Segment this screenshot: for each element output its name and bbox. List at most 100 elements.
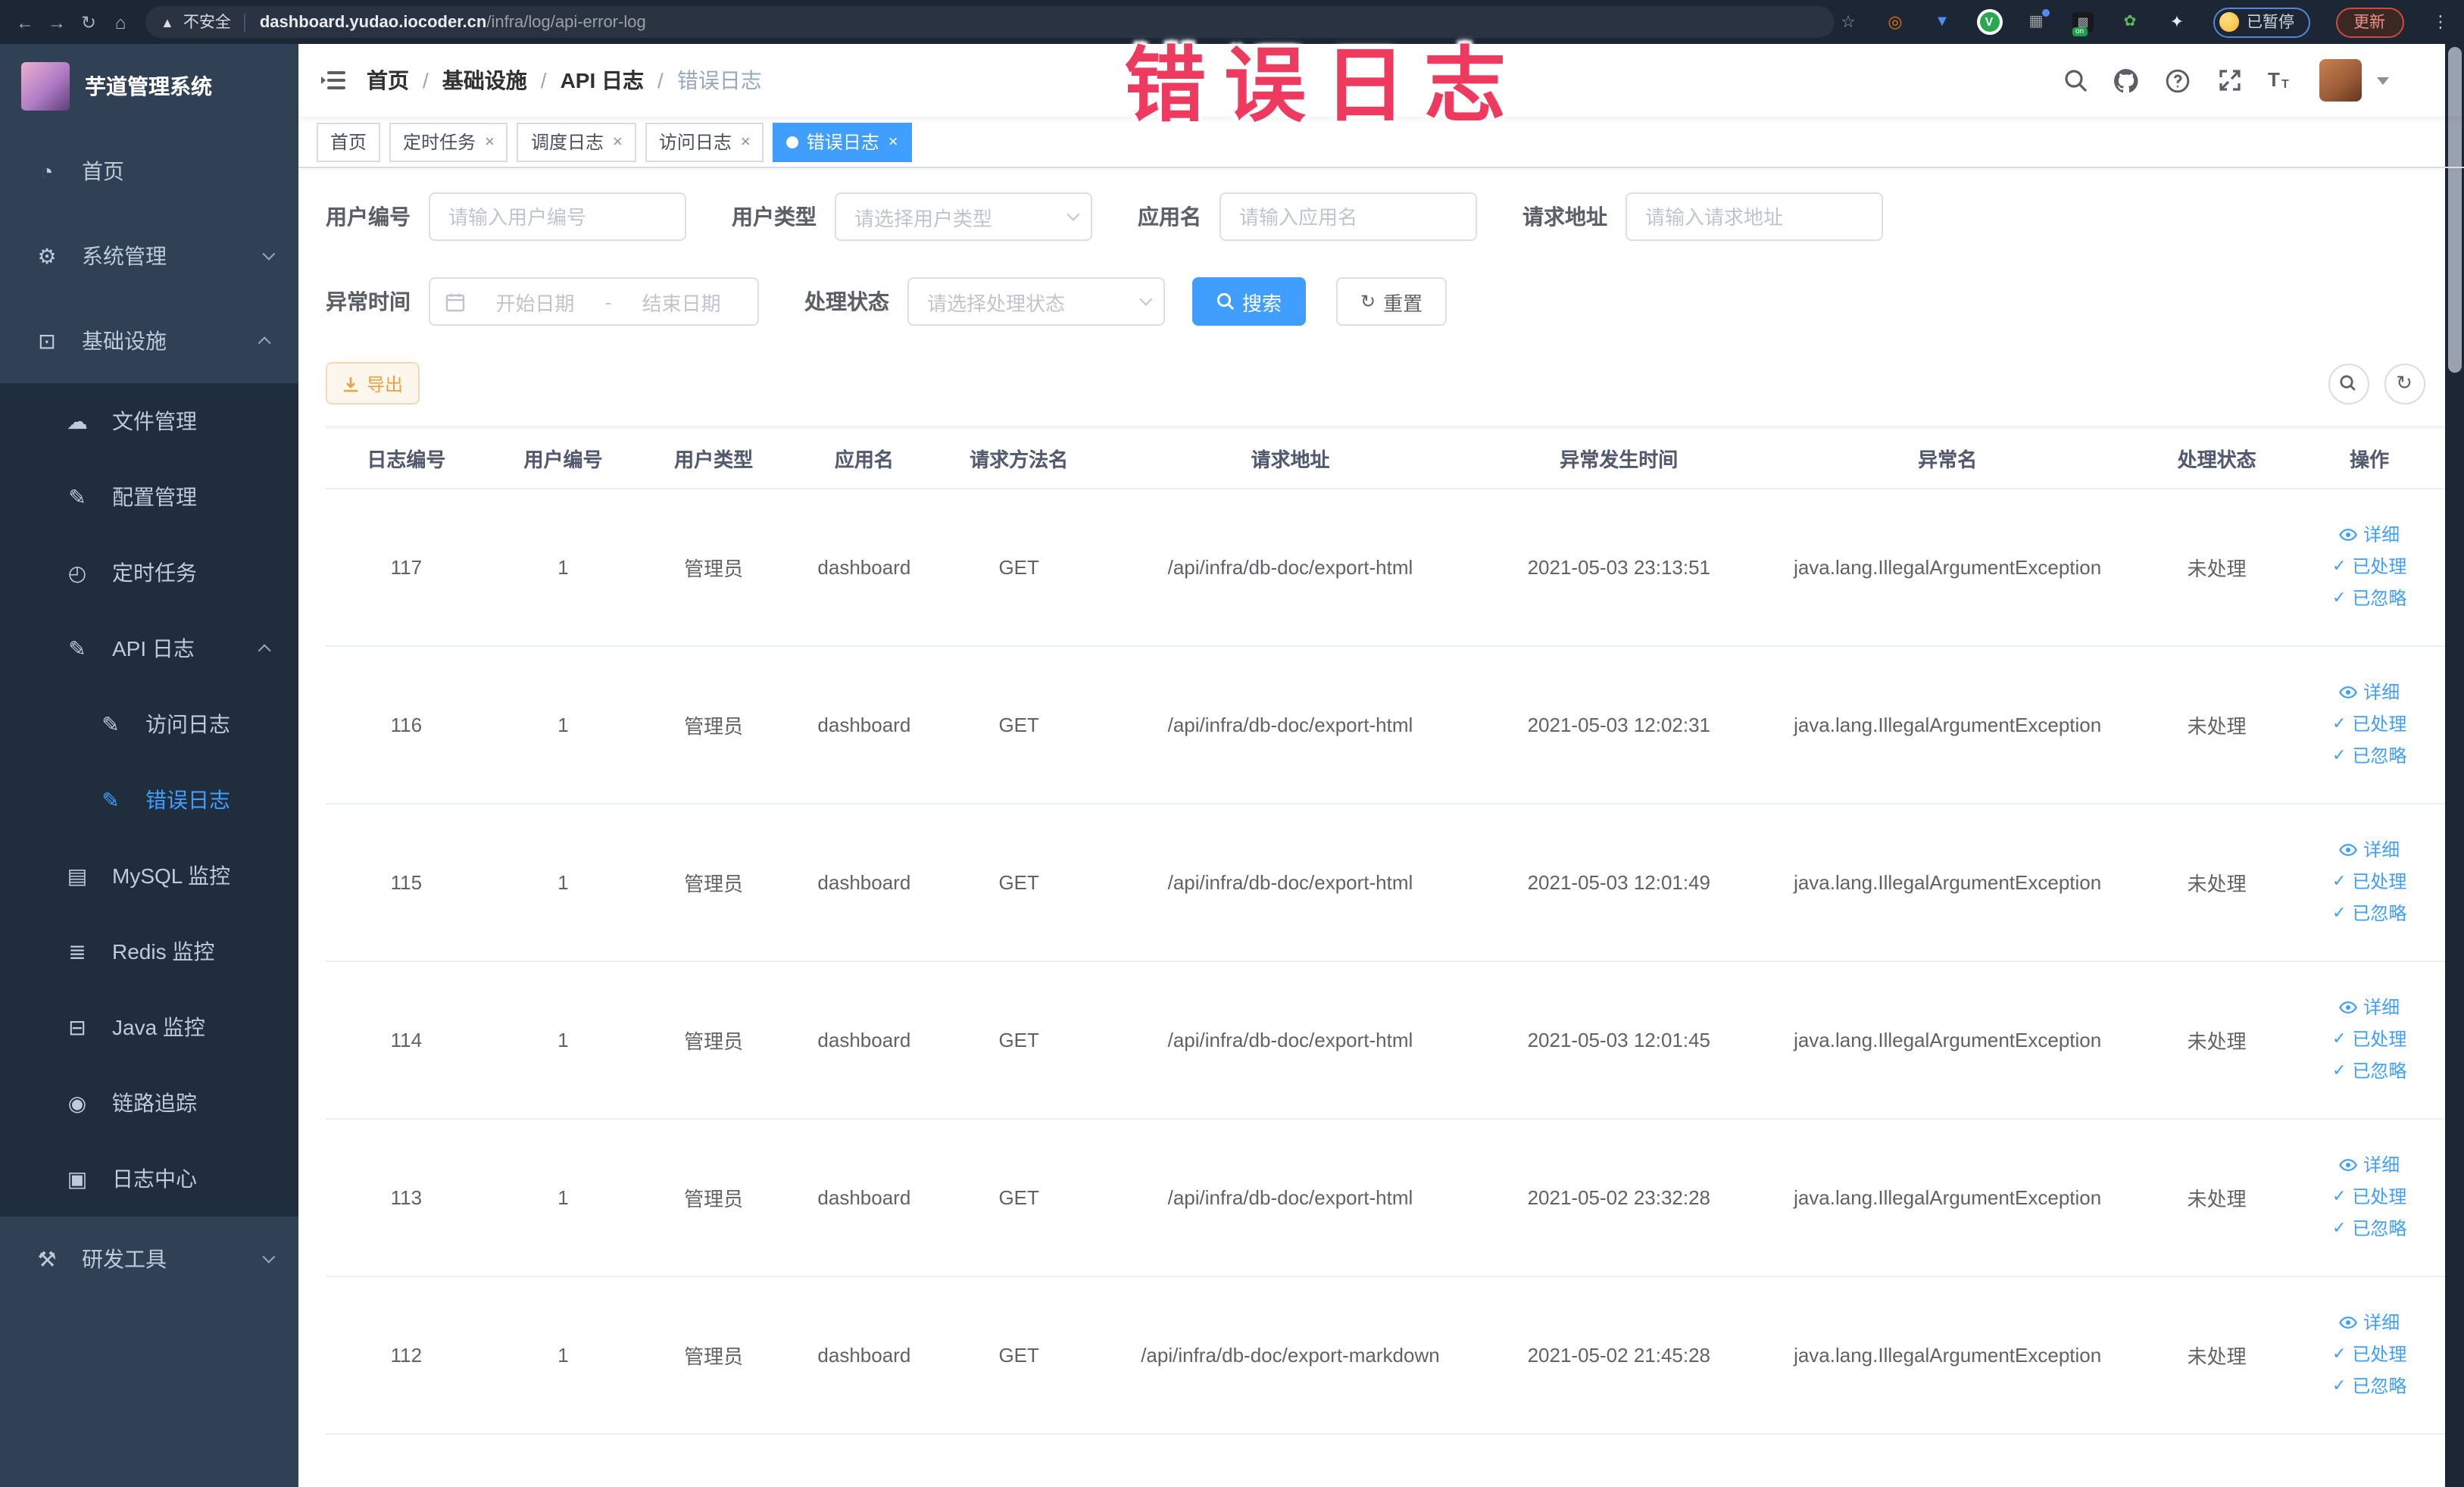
- ignored-button[interactable]: ✓ 已忽略: [2293, 1370, 2446, 1402]
- extension-icon-dark[interactable]: ▩ on: [2072, 12, 2094, 36]
- reset-button[interactable]: ↻ 重置: [1336, 277, 1447, 326]
- user-type-select[interactable]: 请选择用户类型: [835, 192, 1092, 241]
- time-cell: 2021-05-02 23:32:28: [1483, 1118, 1755, 1276]
- sidebar-item-error-log[interactable]: ✎ 错误日志: [0, 762, 298, 838]
- sidebar-item-home[interactable]: ◔ 首页: [0, 129, 298, 214]
- desktop-icon: ⊟: [68, 1014, 86, 1039]
- hamburger-icon[interactable]: [321, 70, 345, 91]
- sidebar-item-config[interactable]: ✎ 配置管理: [0, 459, 298, 535]
- table-row: 117 1 管理员 dashboard GET /api/infra/db-do…: [326, 488, 2446, 646]
- processed-button[interactable]: ✓ 已处理: [2293, 551, 2446, 583]
- breadcrumb-infra[interactable]: 基础设施: [442, 65, 527, 95]
- extension-icon-leaf[interactable]: ✿: [2119, 11, 2141, 33]
- detail-label: 详细: [2363, 839, 2400, 860]
- close-icon[interactable]: ×: [888, 133, 898, 151]
- app-name-input[interactable]: [1220, 192, 1477, 241]
- detail-button[interactable]: 详细: [2293, 992, 2446, 1023]
- address-bar[interactable]: ▲ 不安全 dashboard.yudao.iocoder.cn/infra/l…: [145, 6, 1835, 38]
- help-icon[interactable]: [2164, 67, 2191, 94]
- detail-label: 详细: [2363, 681, 2400, 702]
- v-badge-icon: V: [1979, 12, 1999, 32]
- search-button[interactable]: 搜索: [1192, 277, 1307, 326]
- table-row: 116 1 管理员 dashboard GET /api/infra/db-do…: [326, 645, 2446, 804]
- header-log-id: 日志编号: [326, 427, 487, 489]
- ignored-button[interactable]: ✓ 已忽略: [2293, 583, 2446, 614]
- reload-icon[interactable]: ↻: [76, 7, 101, 37]
- sidebar-item-redis[interactable]: ≣ Redis 监控: [0, 914, 298, 989]
- home-icon[interactable]: ⌂: [108, 7, 133, 37]
- toolbox-icon: ⚒: [37, 1246, 57, 1270]
- page-scrollbar[interactable]: [2445, 44, 2464, 1487]
- processed-button[interactable]: ✓ 已处理: [2293, 1023, 2446, 1055]
- refresh-table-button[interactable]: ↻: [2384, 363, 2425, 404]
- tab-home[interactable]: 首页: [317, 122, 381, 161]
- sidebar-logo[interactable]: 芋道管理系统: [0, 44, 298, 129]
- bookmark-star-icon[interactable]: ☆: [1838, 11, 1859, 33]
- close-icon[interactable]: ×: [613, 133, 623, 151]
- extension-icon-grid[interactable]: ▦: [2025, 8, 2050, 33]
- tab-access-log[interactable]: 访问日志 ×: [645, 122, 764, 161]
- detail-button[interactable]: 详细: [2293, 834, 2446, 866]
- ignored-button[interactable]: ✓ 已忽略: [2293, 1055, 2446, 1087]
- forward-icon[interactable]: →: [44, 7, 70, 37]
- close-icon[interactable]: ×: [485, 133, 495, 151]
- sidebar-item-trace[interactable]: ◉ 链路追踪: [0, 1065, 298, 1141]
- toggle-search-button[interactable]: [2328, 363, 2369, 404]
- detail-button[interactable]: 详细: [2293, 519, 2446, 551]
- processed-button[interactable]: ✓ 已处理: [2293, 708, 2446, 740]
- user-id-input[interactable]: [429, 192, 686, 241]
- sidebar-item-infra[interactable]: ⊡ 基础设施: [0, 298, 298, 383]
- sidebar-item-access-log[interactable]: ✎ 访问日志: [0, 686, 298, 762]
- font-size-icon[interactable]: TT: [2267, 67, 2294, 94]
- request-url-input[interactable]: [1625, 192, 1883, 241]
- tab-error-log[interactable]: 错误日志 ×: [773, 122, 912, 161]
- github-icon[interactable]: [2113, 67, 2140, 94]
- avatar-caret-icon[interactable]: [2376, 77, 2388, 84]
- tab-job-log[interactable]: 调度日志 ×: [517, 122, 636, 161]
- breadcrumb-api-log[interactable]: API 日志: [561, 65, 644, 95]
- extension-icon-orange[interactable]: ◎: [1885, 11, 1906, 33]
- chrome-update-button[interactable]: 更新: [2335, 7, 2403, 37]
- ignored-button[interactable]: ✓ 已忽略: [2293, 740, 2446, 772]
- fullscreen-icon[interactable]: [2216, 67, 2243, 94]
- exception-time-range-picker[interactable]: 开始日期 - 结束日期: [429, 277, 759, 326]
- extension-icon-shield[interactable]: ▼: [1932, 11, 1953, 33]
- sidebar-item-api-log[interactable]: ✎ API 日志: [0, 611, 298, 686]
- processed-button[interactable]: ✓ 已处理: [2293, 1339, 2446, 1370]
- back-icon[interactable]: ←: [12, 7, 38, 37]
- sidebar-item-file[interactable]: ☁ 文件管理: [0, 383, 298, 459]
- sidebar-item-log-center[interactable]: ▣ 日志中心: [0, 1141, 298, 1217]
- security-label: 不安全: [183, 14, 231, 32]
- sidebar-item-system[interactable]: ⚙ 系统管理: [0, 214, 298, 298]
- edit-square-icon: ✎: [101, 787, 120, 811]
- app-layout: 芋道管理系统 ◔ 首页 ⚙ 系统管理 ⊡ 基础设施 ☁ 文件管理 ✎ 配置管理 …: [0, 44, 2464, 1487]
- method-cell: GET: [940, 803, 1098, 961]
- tab-job[interactable]: 定时任务 ×: [389, 122, 508, 161]
- export-button[interactable]: 导出: [326, 362, 420, 405]
- process-status-select[interactable]: 请选择处理状态: [907, 277, 1165, 326]
- sidebar-item-job[interactable]: ◴ 定时任务: [0, 535, 298, 611]
- detail-button[interactable]: 详细: [2293, 676, 2446, 708]
- browser-menu-icon[interactable]: ⋮: [2432, 12, 2449, 32]
- chevron-down-icon: [1066, 208, 1080, 221]
- ignored-button[interactable]: ✓ 已忽略: [2293, 898, 2446, 929]
- user-avatar[interactable]: [2319, 59, 2361, 102]
- sidebar-item-dev-tools[interactable]: ⚒ 研发工具: [0, 1217, 298, 1301]
- detail-button[interactable]: 详细: [2293, 1149, 2446, 1181]
- processed-button[interactable]: ✓ 已处理: [2293, 866, 2446, 898]
- extensions-puzzle-icon[interactable]: ✦: [2166, 11, 2188, 33]
- sidebar-item-java[interactable]: ⊟ Java 监控: [0, 989, 298, 1065]
- status-cell: 未处理: [2140, 1118, 2294, 1276]
- processed-button[interactable]: ✓ 已处理: [2293, 1181, 2446, 1213]
- sidebar-item-mysql[interactable]: ▤ MySQL 监控: [0, 838, 298, 914]
- close-icon[interactable]: ×: [741, 133, 751, 151]
- ignored-button[interactable]: ✓ 已忽略: [2293, 1213, 2446, 1245]
- extension-icon-green-v[interactable]: V: [1978, 11, 2000, 33]
- breadcrumb-current: 错误日志: [676, 68, 762, 92]
- search-icon[interactable]: [2061, 67, 2088, 94]
- table-tool-buttons: ↻: [2328, 363, 2425, 404]
- profile-paused-badge[interactable]: 已暂停: [2213, 7, 2309, 37]
- breadcrumb-home[interactable]: 首页: [367, 65, 409, 95]
- detail-button[interactable]: 详细: [2293, 1307, 2446, 1339]
- eye-icon: [2339, 529, 2357, 541]
